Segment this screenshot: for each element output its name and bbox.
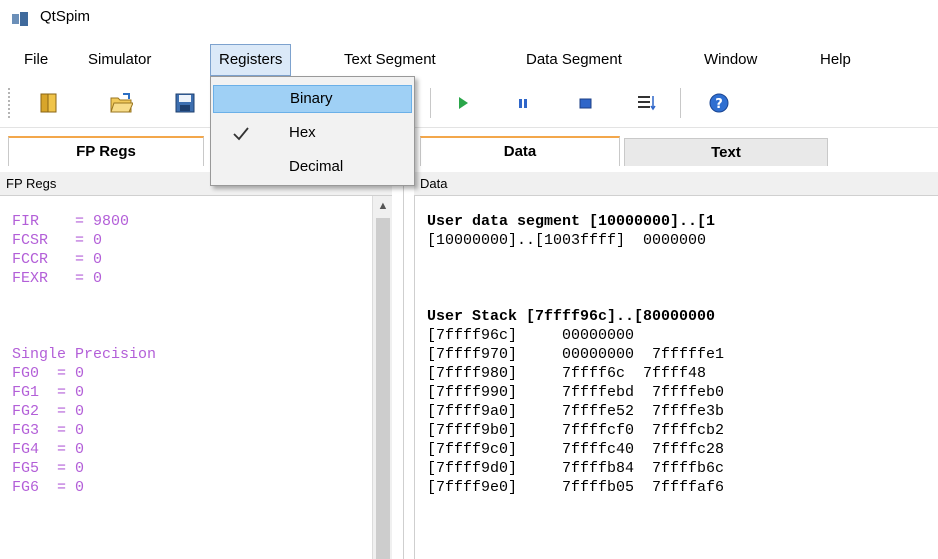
text-line: FIR = 9800 (12, 213, 130, 230)
menu-text-segment[interactable]: Text Segment (336, 44, 444, 76)
menu-option-binary[interactable]: Binary (213, 85, 412, 113)
text-line: FG0 = 0 (12, 365, 85, 382)
menu-registers[interactable]: Registers (210, 44, 292, 76)
text-line (12, 326, 156, 345)
text-line: User Stack [7ffff96c]..[80000000 (427, 308, 716, 325)
text-line: FG3 = 0 (12, 422, 85, 439)
text-line: [7ffff9b0] 7ffffcf0 7ffffcb2 (427, 422, 725, 439)
clear-registers-icon[interactable] (36, 90, 62, 116)
fp-vertical-scrollbar[interactable]: ▲ (372, 196, 392, 559)
text-line: [7ffff9a0] 7ffffe52 7ffffe3b (427, 403, 725, 420)
menu-window[interactable]: Window (696, 44, 765, 76)
svg-text:?: ? (715, 97, 723, 112)
menu-data-segment[interactable]: Data Segment (518, 44, 630, 76)
data-segment-view: User data segment [10000000]..[1 [1000000… (414, 196, 938, 559)
text-line: [7ffff990] 7ffffebd 7ffffeb0 (427, 384, 725, 401)
text-line (427, 269, 724, 288)
fp-registers-view: FIR = 9800 FCSR = 0 FCCR = 0 FEXR = 0 Singl… (0, 196, 392, 559)
toolbar-grip[interactable] (8, 88, 12, 118)
toolbar-separator (680, 88, 681, 118)
text-line: [7ffff970] 00000000 7fffffe1 (427, 346, 725, 363)
tab-text[interactable]: Text (624, 138, 828, 166)
tab-data[interactable]: Data (420, 136, 620, 166)
text-line: FCCR = 0 (12, 251, 103, 268)
single-step-icon[interactable] (634, 90, 660, 116)
text-line: [10000000]..[1003ffff] 0000000 (427, 232, 707, 249)
text-line: [7ffff96c] 00000000 (427, 327, 635, 344)
text-line (12, 288, 156, 307)
data-panel-header: Data (414, 172, 938, 196)
text-line (427, 288, 724, 307)
scroll-up-icon[interactable]: ▲ (373, 196, 393, 216)
text-line: [7ffff9d0] 7ffffb84 7ffffb6c (427, 460, 725, 477)
text-line: FCSR = 0 (12, 232, 103, 249)
text-line: [7ffff980] 7ffff6c 7ffff48 (427, 365, 707, 382)
scrollbar-thumb[interactable] (376, 218, 390, 559)
checkmark-icon (233, 127, 249, 141)
text-line: FG6 = 0 (12, 479, 85, 496)
text-line: [7ffff9c0] 7ffffc40 7ffffc28 (427, 441, 725, 458)
title-bar: QtSpim (0, 0, 938, 36)
menu-bar: File Simulator Registers Text Segment Da… (0, 44, 938, 76)
text-line: [7ffff9e0] 7ffffb05 7ffffaf6 (427, 479, 725, 496)
text-line: FG1 = 0 (12, 384, 85, 401)
menu-option-decimal[interactable]: Decimal (213, 153, 412, 181)
text-line: FG2 = 0 (12, 403, 85, 420)
menu-option-label: Decimal (289, 158, 344, 175)
toolbar-separator (430, 88, 431, 118)
text-line (12, 307, 156, 326)
help-icon[interactable]: ? (706, 90, 732, 116)
pause-icon[interactable] (510, 90, 536, 116)
save-log-icon[interactable] (172, 90, 198, 116)
menu-file[interactable]: File (16, 44, 56, 76)
text-line: Single Precision (12, 346, 157, 363)
registers-dropdown-menu: Binary Hex Decimal (210, 76, 415, 186)
menu-option-label: Binary (290, 90, 333, 107)
text-line: FG4 = 0 (12, 441, 85, 458)
qtspim-app-icon (12, 12, 28, 26)
data-segment-lines: User data segment [10000000]..[1 [1000000… (427, 212, 724, 497)
fp-register-lines: FIR = 9800 FCSR = 0 FCCR = 0 FEXR = 0 Singl… (12, 212, 156, 497)
menu-simulator[interactable]: Simulator (80, 44, 159, 76)
load-file-icon[interactable] (108, 90, 134, 116)
toolbar: ? (0, 78, 938, 128)
text-line: User data segment [10000000]..[1 (427, 213, 716, 230)
text-line (427, 250, 724, 269)
text-line: FEXR = 0 (12, 270, 103, 287)
window-title: QtSpim (40, 8, 91, 25)
menu-option-label: Hex (289, 124, 316, 141)
menu-option-hex[interactable]: Hex (213, 119, 412, 147)
run-icon[interactable] (450, 90, 476, 116)
stop-icon[interactable] (572, 90, 598, 116)
text-line: FG5 = 0 (12, 460, 85, 477)
menu-help[interactable]: Help (812, 44, 859, 76)
tab-fp-regs[interactable]: FP Regs (8, 136, 204, 166)
